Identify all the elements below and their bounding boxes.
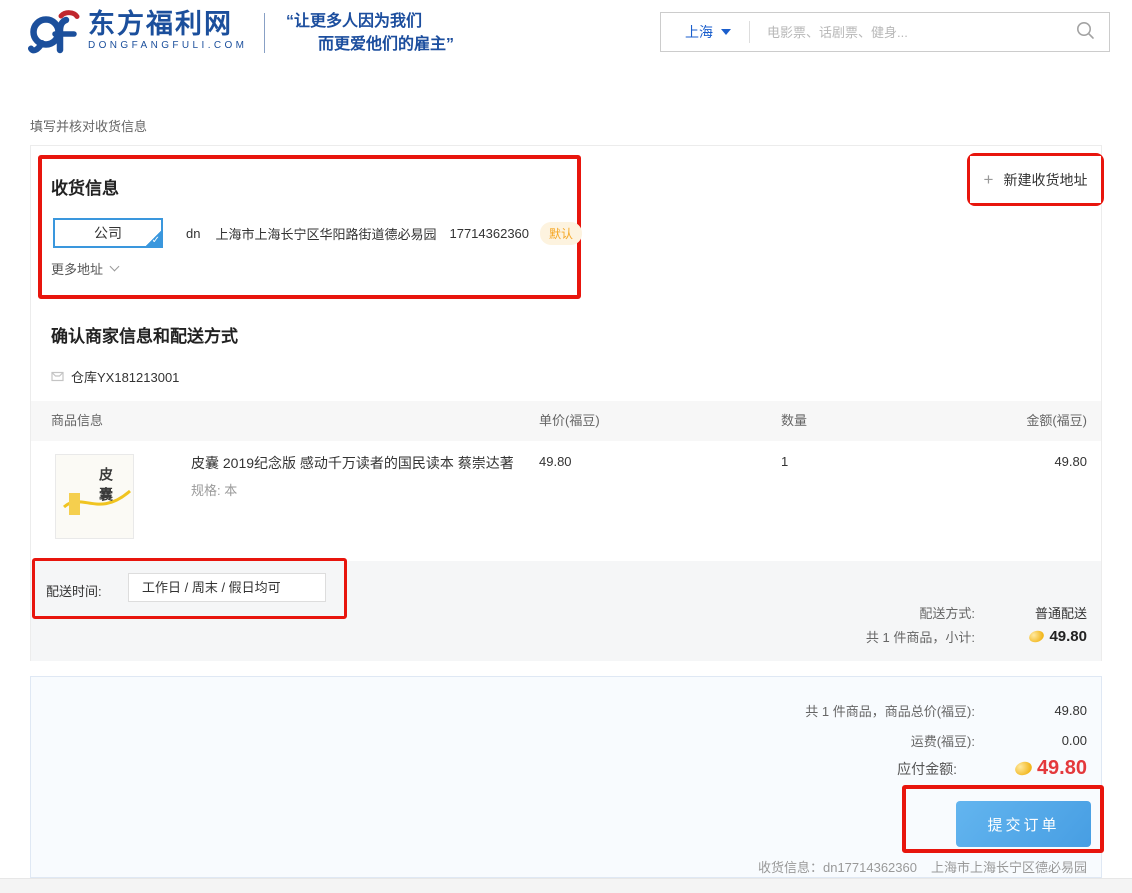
product-image[interactable]: 皮囊: [55, 454, 134, 539]
delivery-method-label: 配送方式:: [919, 603, 975, 622]
search-icon[interactable]: [1075, 20, 1095, 45]
bean-coin-icon: [1013, 760, 1033, 778]
city-selector[interactable]: 上海: [661, 22, 749, 42]
delivery-time-label: 配送时间:: [46, 581, 102, 600]
spec-label: 规格:: [191, 483, 221, 498]
page-bottom-strip: [0, 878, 1132, 893]
breadcrumb: 填写并核对收货信息: [30, 116, 147, 135]
footer-info-address: 上海市上海长宁区德必易园: [931, 860, 1087, 875]
goods-total-label: 共 1 件商品，商品总价(福豆):: [805, 701, 975, 720]
order-card: 收货信息 + 新建收货地址 公司 ✓ dn 上海市上海长宁区华阳路街道德必易园 …: [30, 145, 1102, 661]
subtotal-value-wrap: 49.80: [975, 628, 1087, 645]
payable-row: 应付金额: 49.80: [501, 757, 1101, 780]
product-unit-price: 49.80: [539, 454, 572, 469]
col-amount: 金额(福豆): [1026, 401, 1087, 441]
col-unit-price: 单价(福豆): [539, 401, 600, 441]
brand-logo-icon[interactable]: [28, 8, 82, 63]
brand-domain: DONGFANGFULI.COM: [88, 41, 247, 51]
slogan-line-1: “让更多人因为我们: [286, 10, 454, 33]
receiver-address: 上海市上海长宁区华阳路街道德必易园: [215, 224, 436, 243]
cover-title: 皮囊: [96, 467, 116, 507]
brand-name: 东方福利网: [88, 11, 247, 38]
search-bar: 上海: [660, 12, 1110, 52]
col-quantity: 数量: [781, 401, 807, 441]
more-addresses-label: 更多地址: [51, 259, 103, 278]
header-divider: [264, 13, 265, 53]
delivery-section: 配送时间: 工作日 / 周末 / 假日均可 配送方式: 普通配送 共 1 件商品…: [31, 561, 1101, 661]
address-tag-company[interactable]: 公司 ✓: [53, 218, 163, 248]
warehouse-icon: [51, 369, 64, 385]
search-input[interactable]: [750, 25, 1075, 40]
payable-value: 49.80: [1037, 757, 1087, 780]
merchant-section-title: 确认商家信息和配送方式: [51, 322, 238, 347]
submit-order-button[interactable]: 提交订单: [956, 801, 1091, 847]
city-label: 上海: [685, 22, 713, 42]
col-product-info: 商品信息: [51, 401, 103, 441]
subtotal-label: 共 1 件商品，小计:: [866, 627, 975, 646]
new-address-button[interactable]: + 新建收货地址: [970, 156, 1101, 203]
delivery-time-select[interactable]: 工作日 / 周末 / 假日均可: [128, 573, 326, 602]
cover-swoosh-decoration: [56, 455, 134, 539]
more-addresses-link[interactable]: 更多地址: [51, 259, 118, 278]
goods-total-value: 49.80: [975, 703, 1087, 718]
chevron-down-icon: [110, 262, 120, 272]
plus-icon: +: [984, 170, 994, 190]
payable-label: 应付金额:: [897, 759, 957, 779]
receiver-name: dn: [186, 226, 200, 241]
spec-value: 本: [224, 483, 237, 498]
address-tag-label: 公司: [94, 223, 122, 243]
product-amount: 49.80: [1054, 454, 1087, 469]
subtotal-row: 共 1 件商品，小计: 49.80: [641, 627, 1101, 646]
product-row: 皮囊 皮囊 2019纪念版 感动千万读者的国民读本 蔡崇达著 规格: 本 49.…: [31, 441, 1101, 561]
cover-band-decoration: [69, 493, 80, 515]
goods-total-row: 共 1 件商品，商品总价(福豆): 49.80: [501, 701, 1101, 720]
warehouse-name: 仓库YX181213001: [71, 367, 179, 386]
receiver-phone: 17714362360: [449, 226, 529, 241]
payable-value-wrap: 49.80: [957, 757, 1087, 780]
shipping-fee-value: 0.00: [975, 733, 1087, 748]
address-row: 公司 ✓ dn 上海市上海长宁区华阳路街道德必易园 17714362360 默认: [53, 218, 582, 248]
bean-coin-icon: [1028, 629, 1046, 644]
order-summary-card: 共 1 件商品，商品总价(福豆): 49.80 运费(福豆): 0.00 应付金…: [30, 676, 1102, 878]
default-badge: 默认: [540, 222, 582, 245]
footer-shipping-info: 收货信息：dn17714362360 上海市上海长宁区德必易园: [758, 857, 1087, 876]
footer-info-label: 收货信息：: [758, 860, 823, 875]
product-title[interactable]: 皮囊 2019纪念版 感动千万读者的国民读本 蔡崇达著: [191, 453, 514, 473]
footer-info-phone: dn17714362360: [823, 860, 917, 875]
product-quantity: 1: [781, 454, 788, 469]
product-table-header: 商品信息 单价(福豆) 数量 金额(福豆): [31, 401, 1101, 441]
delivery-method-row: 配送方式: 普通配送: [641, 603, 1101, 622]
product-spec: 规格: 本: [191, 480, 237, 499]
delivery-method-value: 普通配送: [975, 603, 1087, 622]
slogan-line-2: 而更爱他们的雇主”: [286, 33, 454, 56]
brand-wordmark[interactable]: 东方福利网 DONGFANGFULI.COM: [88, 11, 247, 51]
warehouse-row: 仓库YX181213001: [51, 367, 179, 386]
shipping-section-title: 收货信息: [51, 174, 119, 199]
brand-slogan: “让更多人因为我们 而更爱他们的雇主”: [286, 10, 454, 56]
check-icon: ✓: [152, 236, 160, 246]
shipping-fee-row: 运费(福豆): 0.00: [501, 731, 1101, 750]
subtotal-value: 49.80: [1049, 628, 1087, 645]
shipping-fee-label: 运费(福豆):: [911, 731, 975, 750]
caret-down-icon: [721, 29, 731, 35]
new-address-label: 新建收货地址: [1003, 170, 1087, 190]
